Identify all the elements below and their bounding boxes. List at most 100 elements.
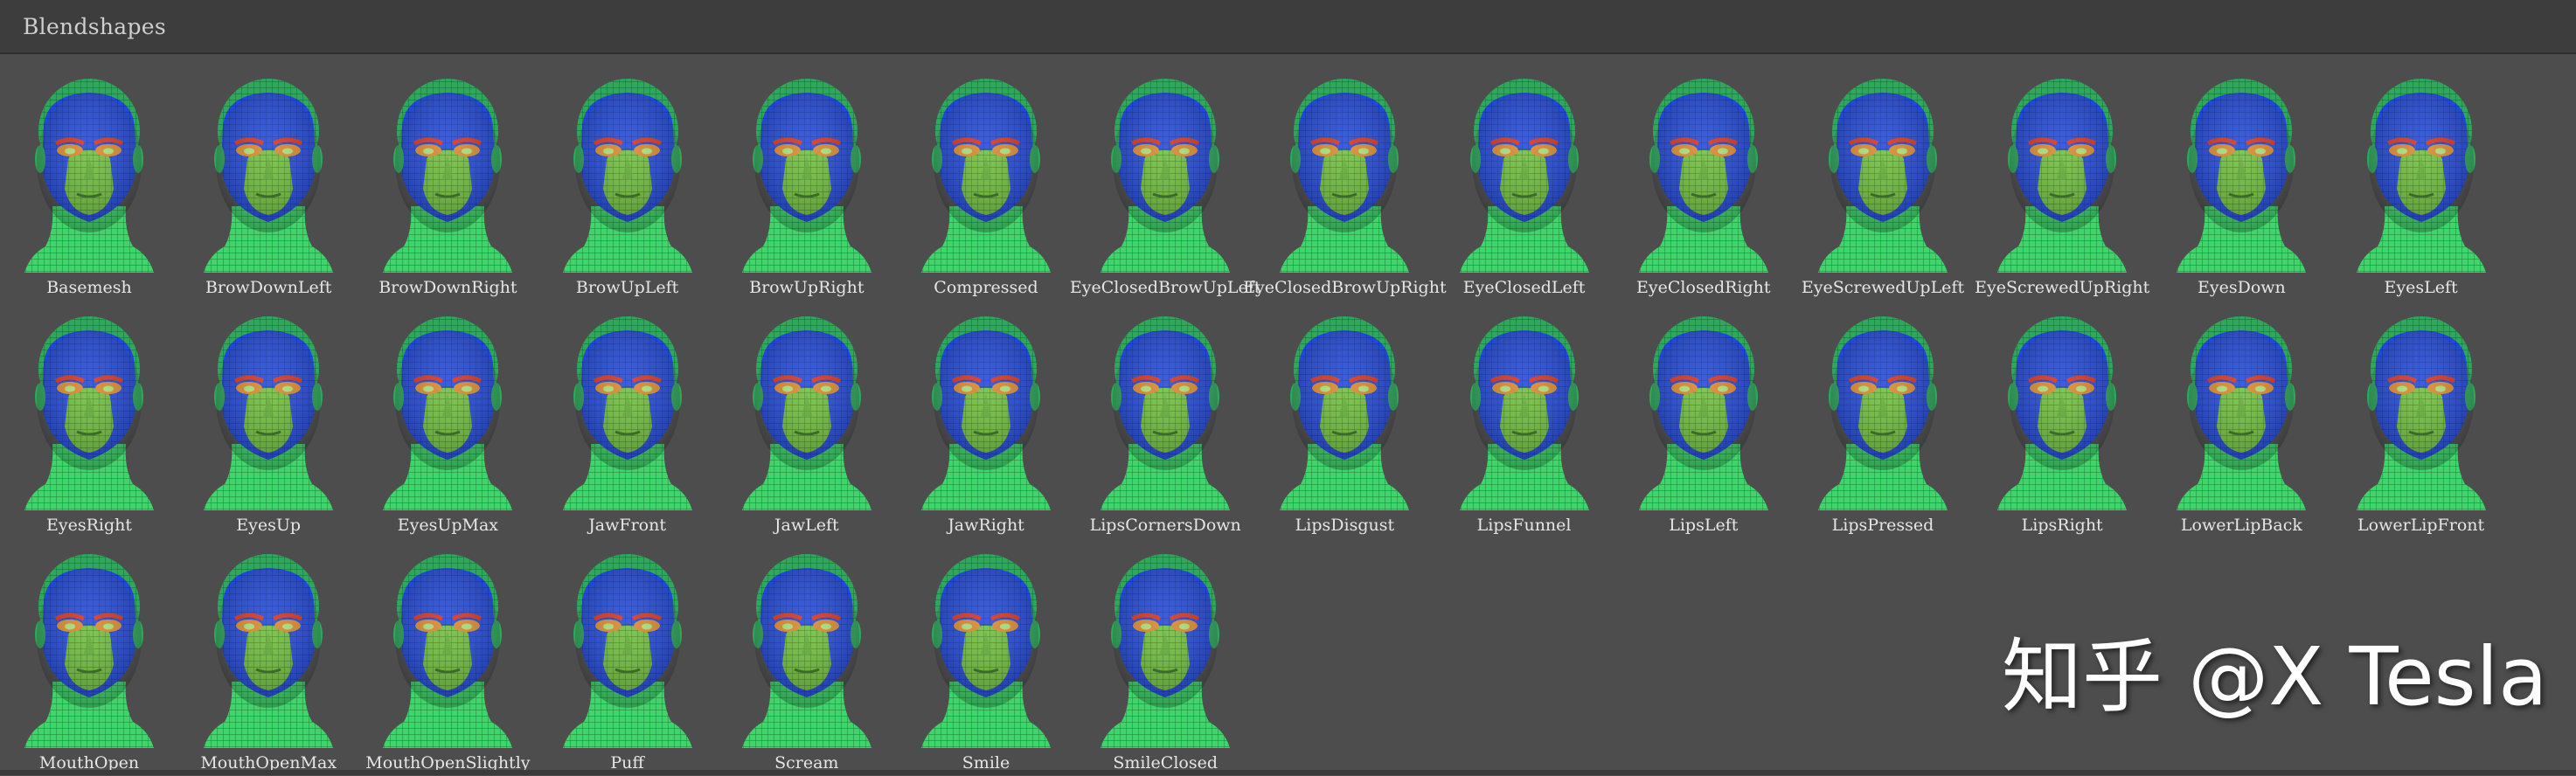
head-mesh-icon: [1813, 75, 1953, 278]
head-mesh-icon: [1455, 75, 1594, 278]
head-mesh-icon: [1095, 551, 1235, 753]
blendshape-tile[interactable]: LipsLeft: [1616, 302, 1791, 538]
blendshape-tile[interactable]: BrowUpRight: [719, 65, 894, 301]
blendshape-tile[interactable]: EyesUpMax: [360, 302, 535, 538]
bottom-bar: [0, 770, 2576, 775]
blendshape-tile[interactable]: EyeScrewedUpLeft: [1795, 65, 1970, 301]
blendshape-tile[interactable]: EyeScrewedUpRight: [1975, 65, 2149, 301]
head-mesh-icon: [1992, 313, 2132, 516]
head-mesh-icon: [1095, 75, 1235, 278]
blendshape-label: EyeClosedLeft: [1462, 278, 1586, 297]
blendshape-label: LipsDisgust: [1295, 516, 1395, 535]
blendshape-tile[interactable]: EyesLeft: [2334, 65, 2509, 301]
blendshape-tile[interactable]: BrowDownLeft: [181, 65, 356, 301]
blendshape-label: LowerLipFront: [2357, 516, 2485, 535]
blendshape-tile[interactable]: Basemesh: [2, 65, 177, 301]
head-mesh-icon: [378, 551, 517, 753]
blendshape-label: LipsLeft: [1669, 516, 1739, 535]
blendshape-tile[interactable]: MouthOpen: [2, 540, 177, 776]
head-mesh-icon: [1634, 75, 1774, 278]
blendshape-tile[interactable]: EyesDown: [2154, 65, 2329, 301]
head-mesh-icon: [737, 551, 877, 753]
blendshape-tile[interactable]: LipsRight: [1975, 302, 2149, 538]
blendshape-tile[interactable]: EyesUp: [181, 302, 356, 538]
head-mesh-icon: [1992, 75, 2132, 278]
blendshape-label: LipsCornersDown: [1089, 516, 1241, 535]
head-mesh-icon: [916, 75, 1056, 278]
head-mesh-icon: [558, 551, 698, 753]
blendshape-label: LowerLipBack: [2180, 516, 2302, 535]
blendshape-label: EyeClosedBrowUpLeft: [1069, 278, 1261, 297]
blendshape-label: EyeClosedRight: [1636, 278, 1771, 297]
blendshape-label: LipsFunnel: [1476, 516, 1572, 535]
blendshape-label: JawFront: [588, 516, 666, 535]
head-mesh-icon: [2171, 75, 2311, 278]
blendshape-label: BrowDownRight: [378, 278, 517, 297]
blendshape-tile[interactable]: Smile: [899, 540, 1073, 776]
blendshape-tile[interactable]: EyesRight: [2, 302, 177, 538]
blendshape-label: EyesUp: [236, 516, 302, 535]
blendshape-tile[interactable]: Puff: [540, 540, 715, 776]
blendshape-tile[interactable]: BrowUpLeft: [540, 65, 715, 301]
head-mesh-icon: [1455, 313, 1594, 516]
head-mesh-icon: [1813, 313, 1953, 516]
head-mesh-icon: [1274, 75, 1414, 278]
blendshape-label: JawLeft: [774, 516, 839, 535]
blendshape-label: BrowUpLeft: [575, 278, 679, 297]
head-mesh-icon: [2351, 75, 2491, 278]
blendshape-label: LipsRight: [2021, 516, 2103, 535]
blendshape-label: EyesLeft: [2384, 278, 2458, 297]
head-mesh-icon: [378, 313, 517, 516]
head-mesh-icon: [916, 551, 1056, 753]
blendshape-tile[interactable]: EyeClosedBrowUpRight: [1243, 65, 1447, 301]
head-mesh-icon: [198, 551, 338, 753]
blendshape-tile[interactable]: Compressed: [899, 65, 1073, 301]
head-mesh-icon: [19, 551, 159, 753]
blendshape-tile[interactable]: LipsCornersDown: [1078, 302, 1253, 538]
blendshape-tile[interactable]: MouthOpenSlightly: [360, 540, 535, 776]
head-mesh-icon: [2171, 313, 2311, 516]
head-mesh-icon: [1095, 313, 1235, 516]
blendshape-label: LipsPressed: [1831, 516, 1934, 535]
head-mesh-icon: [558, 313, 698, 516]
blendshape-tile[interactable]: LowerLipBack: [2154, 302, 2329, 538]
blendshape-tile[interactable]: LipsDisgust: [1257, 302, 1432, 538]
head-mesh-icon: [198, 313, 338, 516]
blendshape-label: EyesUpMax: [397, 516, 499, 535]
blendshape-label: EyeScrewedUpRight: [1975, 278, 2150, 297]
blendshape-label: BrowUpRight: [749, 278, 864, 297]
blendshape-label: BrowDownLeft: [205, 278, 332, 297]
blendshape-tile[interactable]: JawRight: [899, 302, 1073, 538]
head-mesh-icon: [1634, 313, 1774, 516]
head-mesh-icon: [378, 75, 517, 278]
blendshape-tile[interactable]: EyeClosedBrowUpLeft: [1070, 65, 1260, 301]
panel-header: Blendshapes: [0, 0, 2576, 54]
blendshape-label: EyesDown: [2198, 278, 2286, 297]
head-mesh-icon: [558, 75, 698, 278]
blendshape-label: EyeClosedBrowUpRight: [1243, 278, 1447, 297]
head-mesh-icon: [19, 313, 159, 516]
blendshape-tile[interactable]: EyeClosedRight: [1616, 65, 1791, 301]
blendshape-tile[interactable]: LipsPressed: [1795, 302, 1970, 538]
blendshape-tile[interactable]: BrowDownRight: [360, 65, 535, 301]
blendshape-tile[interactable]: SmileClosed: [1078, 540, 1253, 776]
blendshape-tile[interactable]: LowerLipFront: [2334, 302, 2509, 538]
blendshape-label: EyeScrewedUpLeft: [1801, 278, 1965, 297]
panel-title: Blendshapes: [23, 14, 167, 39]
blendshape-label: JawRight: [948, 516, 1024, 535]
head-mesh-icon: [737, 313, 877, 516]
blendshape-tile[interactable]: MouthOpenMax: [181, 540, 356, 776]
watermark: 知乎 @X Tesla: [2002, 630, 2548, 724]
blendshape-tile[interactable]: Scream: [719, 540, 894, 776]
blendshape-tile[interactable]: LipsFunnel: [1437, 302, 1612, 538]
blendshape-label: Compressed: [934, 278, 1038, 297]
head-mesh-icon: [916, 313, 1056, 516]
blendshape-tile[interactable]: JawLeft: [719, 302, 894, 538]
head-mesh-icon: [19, 75, 159, 278]
head-mesh-icon: [198, 75, 338, 278]
head-mesh-icon: [1274, 313, 1414, 516]
blendshape-tile[interactable]: JawFront: [540, 302, 715, 538]
blendshape-tile[interactable]: EyeClosedLeft: [1437, 65, 1612, 301]
head-mesh-icon: [2351, 313, 2491, 516]
head-mesh-icon: [737, 75, 877, 278]
